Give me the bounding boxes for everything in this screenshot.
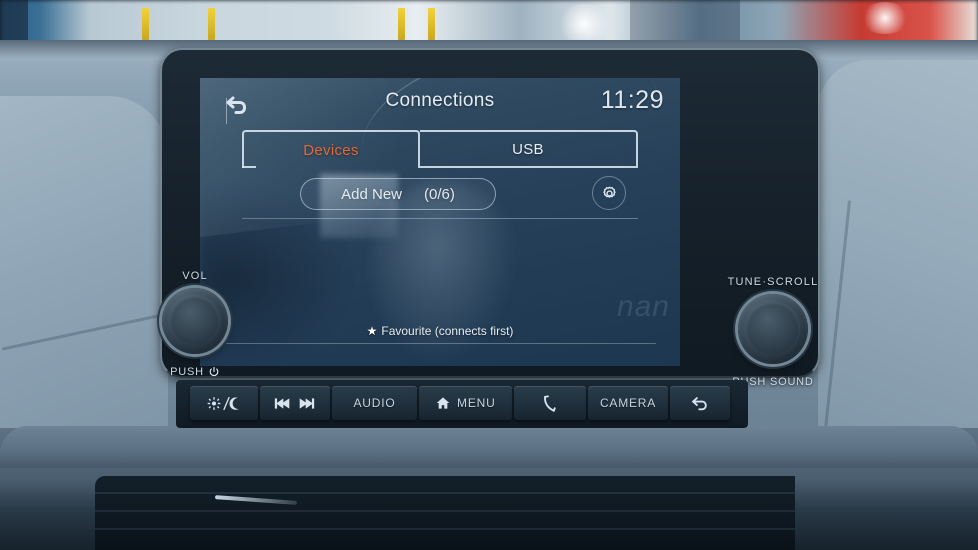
menu-button-label: MENU xyxy=(457,396,496,410)
favourite-legend: ★ Favourite (connects first) xyxy=(200,324,680,338)
menu-button[interactable]: MENU xyxy=(419,386,513,420)
track-skip-button[interactable] xyxy=(259,386,330,420)
volume-push-label: PUSH xyxy=(140,366,250,378)
home-icon xyxy=(436,397,450,409)
push-label: PUSH xyxy=(170,366,204,378)
car-dashboard-scene: Connections 11:29 Devices USB Ad xyxy=(0,0,978,550)
camera-button-label: CAMERA xyxy=(599,396,657,410)
volume-knob-label: VOL xyxy=(182,270,208,282)
bollard-icon xyxy=(142,8,149,40)
sun-moon-icon xyxy=(207,396,239,410)
tune-scroll-knob[interactable] xyxy=(738,294,808,364)
star-icon: ★ xyxy=(366,324,378,338)
audio-button-label: AUDIO xyxy=(353,396,396,410)
camera-button[interactable]: CAMERA xyxy=(588,386,668,420)
display-brightness-button[interactable] xyxy=(190,386,258,420)
light-glare xyxy=(556,4,612,44)
reflected-logo: nan xyxy=(616,290,670,323)
light-glare xyxy=(860,2,910,34)
head-unit: Connections 11:29 Devices USB Ad xyxy=(160,48,820,428)
audio-button[interactable]: AUDIO xyxy=(331,386,418,420)
bollard-icon xyxy=(208,8,215,40)
hardware-button-bar: AUDIO MENU CAMERA xyxy=(190,386,730,420)
phone-icon xyxy=(544,394,556,412)
prev-track-icon xyxy=(275,397,290,409)
next-track-icon xyxy=(300,397,315,409)
settings-button[interactable] xyxy=(592,176,626,210)
gear-icon xyxy=(602,186,616,198)
phone-button[interactable] xyxy=(514,386,587,420)
footer-separator xyxy=(226,343,656,344)
power-icon xyxy=(209,366,219,377)
air-vent xyxy=(95,476,795,550)
bollard-icon xyxy=(428,8,435,40)
back-arrow-icon xyxy=(692,396,707,410)
volume-knob[interactable] xyxy=(162,288,228,354)
favourite-legend-label: Favourite (connects first) xyxy=(381,324,514,338)
tune-knob-label: TUNE·SCROLL xyxy=(727,276,819,288)
infotainment-screen[interactable]: Connections 11:29 Devices USB Ad xyxy=(200,78,680,366)
back-button-hw[interactable] xyxy=(669,386,730,420)
bollard-icon xyxy=(398,8,405,40)
dashboard-lip xyxy=(0,426,978,468)
